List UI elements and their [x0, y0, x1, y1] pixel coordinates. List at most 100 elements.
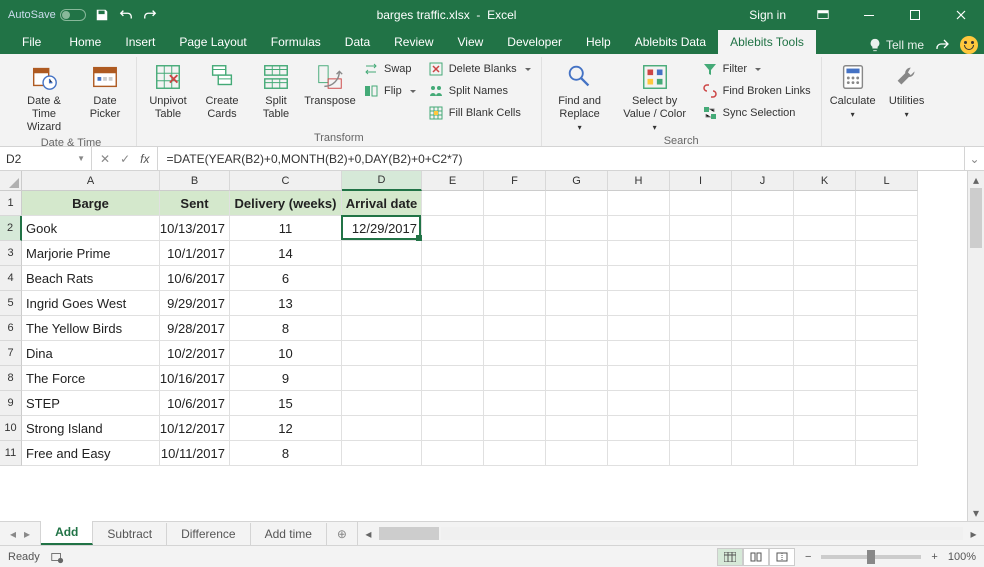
cell[interactable]	[670, 191, 732, 216]
cell[interactable]	[670, 216, 732, 241]
date-time-wizard-button[interactable]: Date & Time Wizard	[12, 59, 76, 137]
tab-ablebits-tools[interactable]: Ablebits Tools	[718, 30, 816, 54]
cell[interactable]: Sent	[160, 191, 230, 216]
cell[interactable]	[856, 416, 918, 441]
sign-in-link[interactable]: Sign in	[735, 8, 800, 22]
cell[interactable]	[342, 241, 422, 266]
cell[interactable]	[342, 441, 422, 466]
cell[interactable]	[794, 441, 856, 466]
sheet-tab-add[interactable]: Add	[41, 521, 93, 545]
cell[interactable]	[546, 216, 608, 241]
cell[interactable]: The Yellow Birds	[22, 316, 160, 341]
column-header[interactable]: D	[342, 171, 422, 191]
cell[interactable]	[856, 341, 918, 366]
cell[interactable]	[546, 266, 608, 291]
row-header[interactable]: 8	[0, 366, 22, 391]
cell[interactable]: 10/13/2017	[160, 216, 230, 241]
cell[interactable]	[670, 391, 732, 416]
cell[interactable]	[670, 291, 732, 316]
cell[interactable]	[670, 441, 732, 466]
cell[interactable]	[794, 291, 856, 316]
find-replace-button[interactable]: Find and Replace▾	[548, 59, 612, 135]
select-by-button[interactable]: Select by Value / Color▾	[616, 59, 694, 135]
scroll-left-icon[interactable]: ◂	[360, 527, 377, 541]
cell[interactable]	[608, 291, 670, 316]
close-icon[interactable]	[938, 0, 984, 29]
cell[interactable]	[856, 291, 918, 316]
cell[interactable]	[422, 316, 484, 341]
cell[interactable]: The Force	[22, 366, 160, 391]
row-header[interactable]: 1	[0, 191, 22, 216]
cell[interactable]: 10/12/2017	[160, 416, 230, 441]
cell[interactable]	[608, 191, 670, 216]
cell[interactable]: Delivery (weeks)	[230, 191, 342, 216]
cell[interactable]	[546, 191, 608, 216]
cell[interactable]	[670, 416, 732, 441]
cell[interactable]	[422, 266, 484, 291]
cell[interactable]	[732, 366, 794, 391]
cell[interactable]: 6	[230, 266, 342, 291]
cancel-formula-icon[interactable]: ✕	[100, 152, 110, 166]
cell[interactable]	[608, 416, 670, 441]
formula-input[interactable]: =DATE(YEAR(B2)+0,MONTH(B2)+0,DAY(B2)+0+C…	[158, 147, 964, 170]
sheet-nav-next-icon[interactable]: ▸	[24, 527, 30, 541]
tab-data[interactable]: Data	[333, 30, 382, 54]
share-icon[interactable]	[934, 37, 950, 53]
cell[interactable]	[608, 341, 670, 366]
cell[interactable]: 12/29/2017	[342, 216, 422, 241]
scroll-up-icon[interactable]: ▴	[968, 171, 984, 188]
unpivot-table-button[interactable]: Unpivot Table	[143, 59, 193, 123]
column-header[interactable]: F	[484, 171, 546, 191]
cell[interactable]	[546, 291, 608, 316]
cell[interactable]: Barge	[22, 191, 160, 216]
row-header[interactable]: 7	[0, 341, 22, 366]
cell[interactable]: 14	[230, 241, 342, 266]
cell[interactable]	[732, 216, 794, 241]
undo-icon[interactable]	[118, 7, 134, 23]
cell[interactable]	[422, 441, 484, 466]
tab-home[interactable]: Home	[57, 30, 113, 54]
cell[interactable]	[794, 391, 856, 416]
cell[interactable]	[670, 316, 732, 341]
autosave-toggle[interactable]: AutoSave	[8, 9, 86, 21]
cell[interactable]	[794, 416, 856, 441]
cell[interactable]	[794, 316, 856, 341]
cell[interactable]	[608, 366, 670, 391]
column-header[interactable]: B	[160, 171, 230, 191]
cell[interactable]: Arrival date	[342, 191, 422, 216]
tab-insert[interactable]: Insert	[113, 30, 167, 54]
cell[interactable]	[856, 191, 918, 216]
cell[interactable]	[422, 241, 484, 266]
cell[interactable]	[794, 216, 856, 241]
column-header[interactable]: K	[794, 171, 856, 191]
scroll-thumb[interactable]	[970, 188, 982, 248]
cell[interactable]	[856, 216, 918, 241]
cell[interactable]	[484, 241, 546, 266]
ribbon-display-icon[interactable]	[800, 0, 846, 29]
swap-button[interactable]: Swap	[359, 59, 420, 79]
cell[interactable]	[732, 416, 794, 441]
cell[interactable]	[856, 441, 918, 466]
cell[interactable]	[484, 191, 546, 216]
cell[interactable]: 8	[230, 441, 342, 466]
cell[interactable]: Strong Island	[22, 416, 160, 441]
new-sheet-icon[interactable]: ⊕	[327, 522, 357, 545]
sheet-tab-addtime[interactable]: Add time	[251, 523, 327, 545]
tab-page-layout[interactable]: Page Layout	[167, 30, 258, 54]
row-header[interactable]: 11	[0, 441, 22, 466]
cell[interactable]	[856, 391, 918, 416]
cell[interactable]: 9/29/2017	[160, 291, 230, 316]
cell[interactable]	[732, 266, 794, 291]
cell[interactable]: 10/16/2017	[160, 366, 230, 391]
utilities-button[interactable]: Utilities▾	[882, 59, 932, 122]
redo-icon[interactable]	[142, 7, 158, 23]
cell[interactable]	[794, 266, 856, 291]
row-header[interactable]: 2	[0, 216, 22, 241]
row-header[interactable]: 3	[0, 241, 22, 266]
cell[interactable]	[342, 341, 422, 366]
cell[interactable]	[794, 241, 856, 266]
cell[interactable]	[484, 391, 546, 416]
cell[interactable]	[484, 366, 546, 391]
vertical-scrollbar[interactable]: ▴ ▾	[967, 171, 984, 521]
cell[interactable]: 9/28/2017	[160, 316, 230, 341]
